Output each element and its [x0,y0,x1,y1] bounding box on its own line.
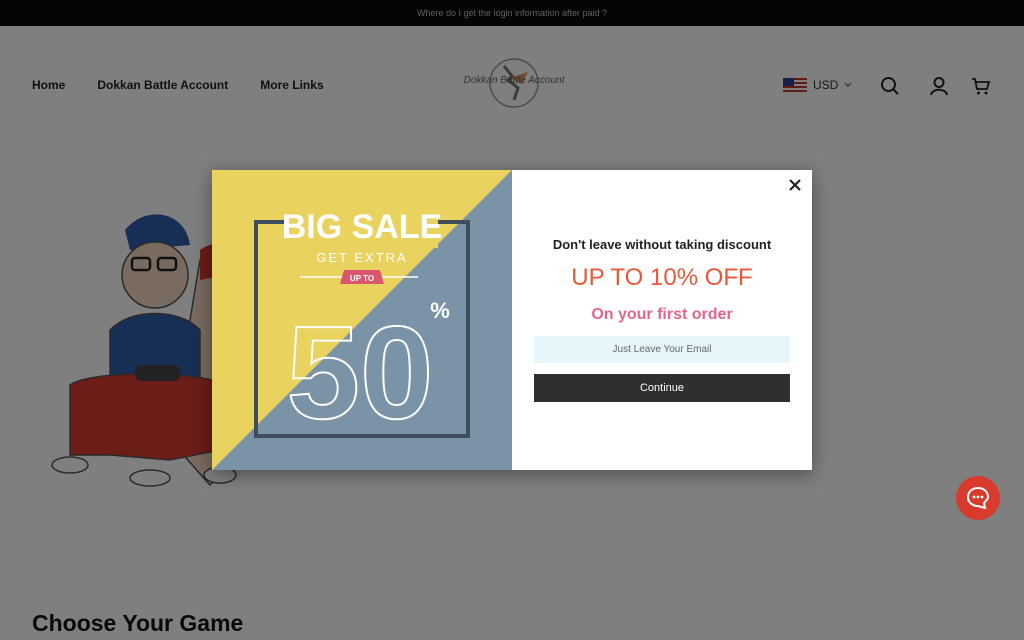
big-sale-banner: BIG SALE GET EXTRA UP TO 50 % [212,170,512,470]
chat-button[interactable] [956,476,1000,520]
banner-get-extra: GET EXTRA [316,250,407,265]
banner-headline: BIG SALE [282,208,443,246]
continue-button[interactable]: Continue [534,374,790,402]
popup-title: Don't leave without taking discount [552,237,772,252]
banner-number: 50 [287,299,434,446]
popup-offer: UP TO 10% OFF [571,264,753,291]
close-icon[interactable] [786,176,804,194]
banner-percent: % [430,298,450,323]
discount-popup: BIG SALE GET EXTRA UP TO 50 % Don't leav… [212,170,812,470]
email-field[interactable] [534,336,790,363]
popup-subtitle: On your first order [591,306,733,323]
chat-icon [966,486,990,510]
banner-up-to: UP TO [350,274,374,283]
